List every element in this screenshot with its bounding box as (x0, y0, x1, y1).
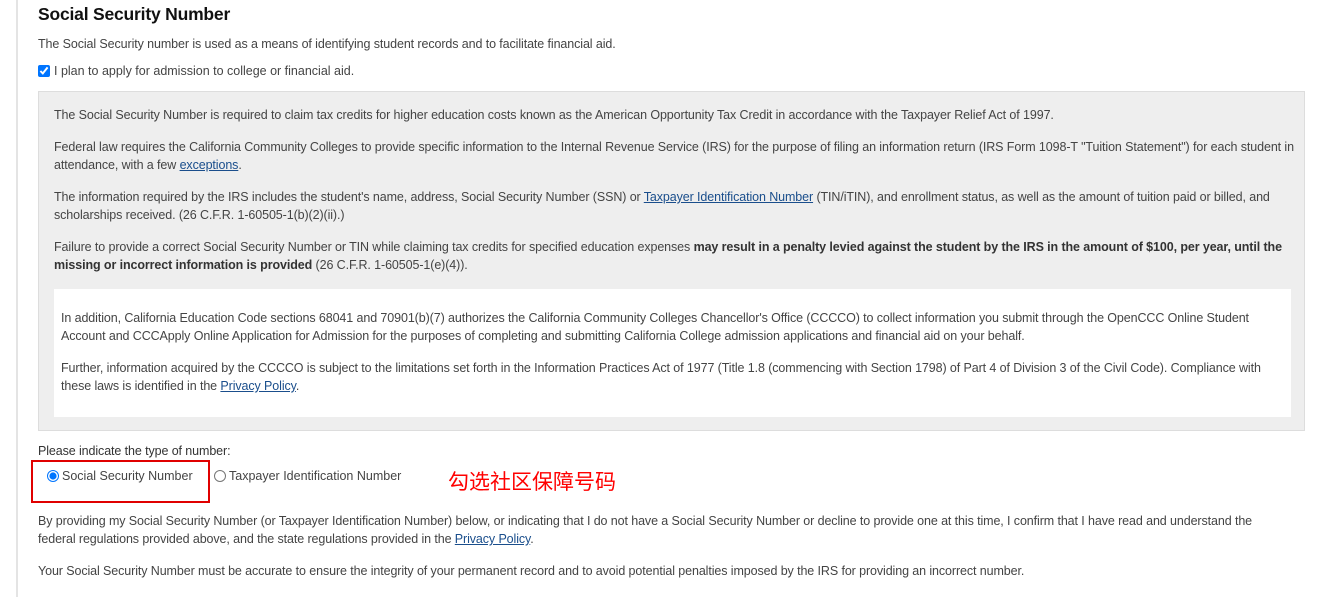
radio-ssn-label: Social Security Number (62, 469, 193, 483)
annotation-text: 勾选社区保障号码 (448, 471, 616, 494)
consent-body: By providing my Social Security Number (… (38, 514, 1253, 546)
type-prompt: Please indicate the type of number: (38, 444, 231, 458)
info-p3: The information required by the IRS incl… (54, 188, 1294, 224)
state-info-p1: In addition, California Education Code s… (61, 311, 1249, 343)
state-info-p2: Further, information acquired by the CCC… (61, 359, 1281, 395)
privacy-policy-link[interactable]: Privacy Policy (220, 379, 296, 393)
info-p3-text: The information required by the IRS incl… (54, 190, 644, 204)
info-p1: The Social Security Number is required t… (54, 108, 1054, 122)
intro-text: The Social Security number is used as a … (38, 37, 616, 51)
info-panel: The Social Security Number is required t… (38, 91, 1305, 431)
consent-end: . (530, 532, 534, 546)
plan-checkbox-label: I plan to apply for admission to college… (54, 64, 355, 78)
state-info-p2-end: . (295, 379, 300, 393)
radio-ssn-input[interactable] (47, 470, 59, 482)
info-p2-end: . (238, 158, 242, 172)
info-p4-text: Failure to provide a correct Social Secu… (54, 240, 694, 254)
info-p4-end: (26 C.F.R. 1-60505-1(e)(4)). (312, 258, 468, 272)
page-border (16, 0, 18, 597)
info-p4: Failure to provide a correct Social Secu… (54, 238, 1294, 274)
radio-tin-label: Taxpayer Identification Number (229, 469, 402, 483)
section-title: Social Security Number (38, 4, 231, 24)
accuracy-text: Your Social Security Number must be accu… (38, 564, 1025, 578)
radio-ssn[interactable]: Social Security Number (47, 469, 193, 483)
info-p2: Federal law requires the California Comm… (54, 138, 1294, 174)
plan-checkbox-row[interactable]: I plan to apply for admission to college… (38, 64, 354, 78)
plan-checkbox[interactable] (38, 65, 50, 77)
exceptions-link[interactable]: exceptions (180, 158, 239, 172)
tin-link[interactable]: Taxpayer Identification Number (644, 190, 813, 204)
radio-tin[interactable]: Taxpayer Identification Number (214, 469, 401, 483)
state-info-box: In addition, California Education Code s… (54, 289, 1291, 417)
consent-privacy-link[interactable]: Privacy Policy (455, 532, 531, 546)
consent-text: By providing my Social Security Number (… (38, 512, 1258, 548)
radio-tin-input[interactable] (214, 470, 226, 482)
